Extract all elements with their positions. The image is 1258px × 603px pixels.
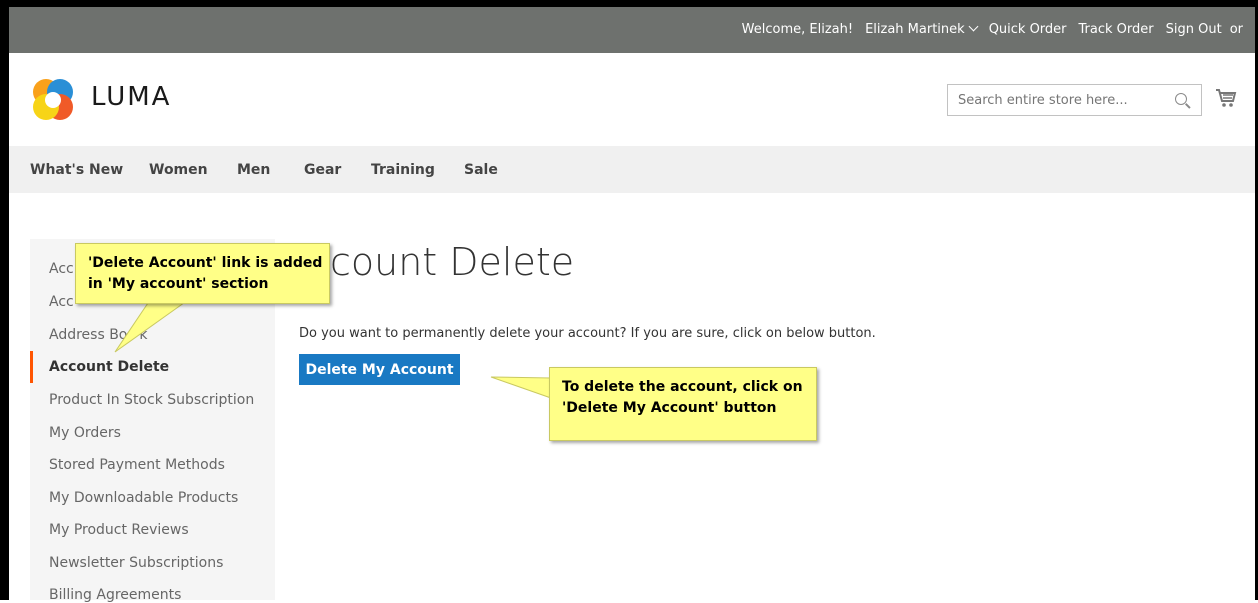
callout-line: in 'My account' section bbox=[88, 276, 269, 292]
callout-line: To delete the account, click on bbox=[562, 379, 803, 395]
callout-line: 'Delete Account' link is added bbox=[88, 255, 323, 271]
left-annotation-callout: 'Delete Account' link is added in 'My ac… bbox=[75, 243, 330, 304]
right-annotation-callout: To delete the account, click on 'Delete … bbox=[549, 367, 817, 441]
callout-line: 'Delete My Account' button bbox=[562, 400, 777, 416]
left-callout-tail bbox=[114, 299, 190, 353]
right-callout-tail bbox=[490, 376, 552, 399]
